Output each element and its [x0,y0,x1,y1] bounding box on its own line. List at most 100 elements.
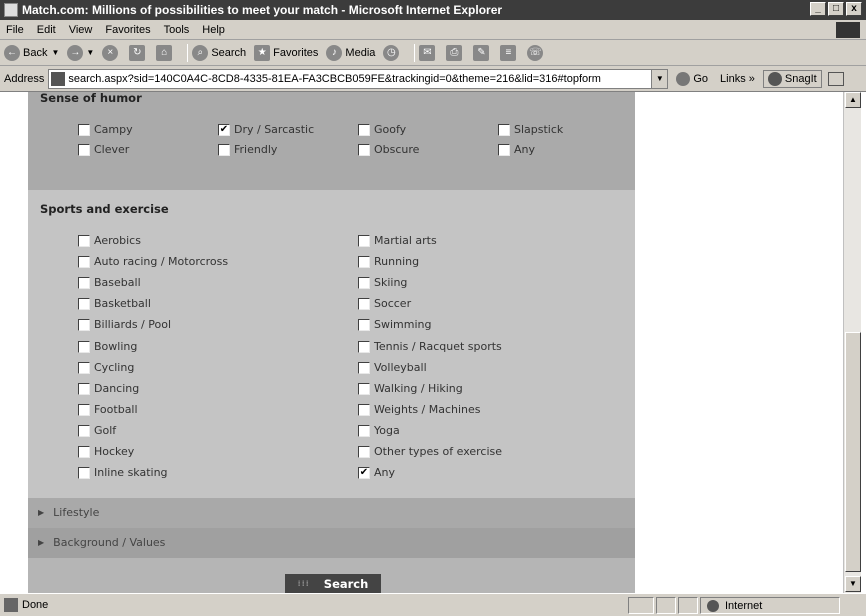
sports-option[interactable]: Inline skating [78,466,168,479]
sports-option[interactable]: Golf [78,424,116,437]
checkbox[interactable] [78,424,90,437]
background-values-toggle[interactable]: ▶ Background / Values [38,536,165,549]
checkbox-checked[interactable]: ✔ [358,466,370,479]
lifestyle-toggle[interactable]: ▶ Lifestyle [38,506,99,519]
checkbox[interactable] [78,276,90,289]
sports-option[interactable]: Bowling [78,340,137,353]
go-button[interactable]: Go [676,71,708,86]
sports-option[interactable]: Dancing [78,382,139,395]
maximize-button[interactable]: □ [828,2,844,16]
sports-option[interactable]: Swimming [358,318,431,331]
menu-tools[interactable]: Tools [164,24,190,36]
checkbox[interactable] [78,297,90,310]
checkbox[interactable] [358,123,370,136]
media-button[interactable]: ♪ Media [326,44,375,61]
history-button[interactable]: ◷ [383,44,402,61]
back-button[interactable]: ← Back ▼ [4,44,59,61]
edit-button[interactable]: ✎ [473,44,492,61]
checkbox[interactable] [78,382,90,395]
sports-option[interactable]: Running [358,255,419,268]
refresh-button[interactable]: ↻ [129,44,148,61]
print-button[interactable]: ⎙ [446,44,465,61]
sports-option[interactable]: Aerobics [78,234,141,247]
humor-option[interactable]: Obscure [358,143,419,156]
sports-option[interactable]: Skiing [358,276,407,289]
checkbox[interactable] [78,340,90,353]
chevron-down-icon[interactable]: ▼ [651,69,668,88]
sports-option[interactable]: Soccer [358,297,411,310]
humor-option[interactable]: Friendly [218,143,277,156]
favorites-button[interactable]: ★ Favorites [254,44,318,61]
checkbox[interactable] [358,318,370,331]
checkbox[interactable] [218,143,230,156]
checkbox[interactable] [358,143,370,156]
sports-option[interactable]: Volleyball [358,361,427,374]
close-button[interactable]: x [846,2,862,16]
sports-option[interactable]: Auto racing / Motorcross [78,255,228,268]
menu-favorites[interactable]: Favorites [105,24,150,36]
sports-option[interactable]: Walking / Hiking [358,382,463,395]
checkbox[interactable] [78,318,90,331]
links-button[interactable]: Links » [720,73,755,85]
checkbox[interactable] [358,234,370,247]
sports-option[interactable]: Baseball [78,276,141,289]
menu-file[interactable]: File [6,24,24,36]
sports-option[interactable]: ✔ Any [358,466,395,479]
checkbox[interactable] [358,297,370,310]
sports-option[interactable]: Football [78,403,138,416]
sports-option[interactable]: Cycling [78,361,134,374]
scroll-thumb[interactable] [845,332,861,572]
search-button[interactable]: ⁞⁞⁞ Search [285,574,381,593]
checkbox[interactable] [358,361,370,374]
discuss-button[interactable]: ≡ [500,44,519,61]
snagit-button[interactable]: SnagIt [762,69,822,88]
checkbox[interactable] [498,123,510,136]
lifestyle-section[interactable]: ▶ Lifestyle [28,498,635,528]
checkbox[interactable] [78,361,90,374]
sports-option[interactable]: Martial arts [358,234,437,247]
sports-option[interactable]: Yoga [358,424,400,437]
sports-option[interactable]: Weights / Machines [358,403,481,416]
checkbox[interactable] [358,255,370,268]
checkbox-checked[interactable]: ✔ [218,123,230,136]
checkbox[interactable] [358,276,370,289]
menu-edit[interactable]: Edit [37,24,56,36]
checkbox[interactable] [78,403,90,416]
checkbox[interactable] [78,123,90,136]
forward-button[interactable]: → ▼ [67,44,94,61]
address-input[interactable]: search.aspx?sid=140C0A4C-8CD8-4335-81EA-… [48,68,669,89]
humor-option[interactable]: Slapstick [498,123,563,136]
humor-option[interactable]: Any [498,143,535,156]
checkbox[interactable] [78,234,90,247]
humor-option[interactable]: Campy [78,123,133,136]
checkbox[interactable] [78,466,90,479]
checkbox[interactable] [78,143,90,156]
humor-option[interactable]: ✔ Dry / Sarcastic [218,123,314,136]
checkbox[interactable] [78,445,90,458]
messenger-button[interactable]: ☏ [527,44,546,61]
stop-button[interactable]: × [102,44,121,61]
humor-option[interactable]: Goofy [358,123,406,136]
checkbox[interactable] [358,340,370,353]
home-button[interactable]: ⌂ [156,44,175,61]
sports-option[interactable]: Billiards / Pool [78,318,171,331]
checkbox[interactable] [358,445,370,458]
scroll-up-button[interactable]: ▲ [845,92,861,108]
checkbox[interactable] [358,424,370,437]
mail-button[interactable]: ✉ [419,44,438,61]
checkbox[interactable] [358,382,370,395]
menu-help[interactable]: Help [202,24,225,36]
sports-option[interactable]: Other types of exercise [358,445,502,458]
snagit-window-icon[interactable] [827,71,844,86]
sports-option[interactable]: Tennis / Racquet sports [358,340,502,353]
search-toolbar-button[interactable]: ⌕ Search [192,44,246,61]
vertical-scrollbar[interactable]: ▲ ▼ [843,92,861,593]
minimize-button[interactable]: _ [810,2,826,16]
checkbox[interactable] [358,403,370,416]
background-values-section[interactable]: ▶ Background / Values [28,528,635,558]
menu-view[interactable]: View [69,24,93,36]
sports-option[interactable]: Basketball [78,297,151,310]
scroll-down-button[interactable]: ▼ [845,576,861,592]
checkbox[interactable] [498,143,510,156]
sports-option[interactable]: Hockey [78,445,134,458]
